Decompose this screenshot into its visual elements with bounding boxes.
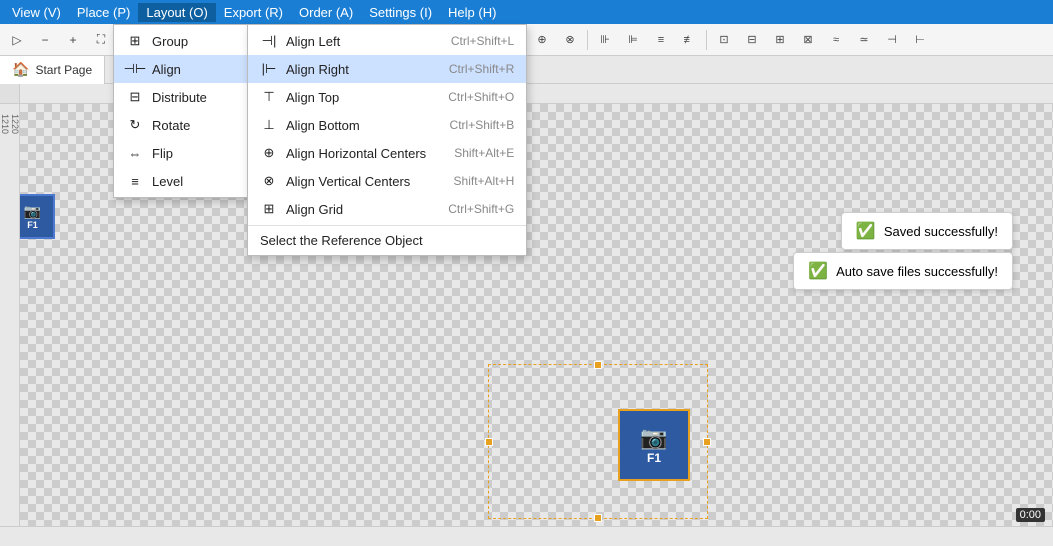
distribute-icon: ⊟: [126, 88, 144, 106]
tool-more6[interactable]: ≃: [851, 27, 877, 53]
ruler-corner: [0, 84, 20, 104]
rotate-icon: ↻: [126, 116, 144, 134]
tab-start-page[interactable]: 🏠 Start Page: [0, 56, 105, 84]
menu-export[interactable]: Export (R): [216, 3, 291, 22]
level-label: Level: [152, 174, 183, 189]
align-h-label: Align Horizontal Centers: [286, 146, 426, 161]
align-bottom-label: Align Bottom: [286, 118, 360, 133]
align-right-shortcut: Ctrl+Shift+R: [429, 62, 514, 76]
menu-layout[interactable]: Layout (O): [138, 3, 215, 22]
handle-top: [594, 361, 602, 369]
level-icon: ≡: [126, 172, 144, 190]
align-grid-label: Align Grid: [286, 202, 343, 217]
menu-settings[interactable]: Settings (I): [361, 3, 440, 22]
sep4: [587, 30, 588, 50]
handle-left: [485, 438, 493, 446]
notification-saved: ✅ Saved successfully!: [841, 212, 1013, 250]
align-v-icon: ⊗: [260, 172, 278, 190]
bottom-bar: [0, 526, 1053, 546]
badge-label-small: F1: [27, 220, 38, 230]
align-h-icon: ⊕: [260, 144, 278, 162]
badge-label-large: F1: [647, 451, 661, 465]
align-submenu: ⊣| Align Left Ctrl+Shift+L |⊢ Align Righ…: [247, 24, 527, 256]
align-grid-icon: ⊞: [260, 200, 278, 218]
align-bottom-icon: ⊥: [260, 116, 278, 134]
align-bottom-item[interactable]: ⊥ Align Bottom Ctrl+Shift+B: [248, 111, 526, 139]
align-left-label: Align Left: [286, 34, 340, 49]
align-v-shortcut: Shift+Alt+H: [434, 174, 515, 188]
align-v-label: Align Vertical Centers: [286, 174, 410, 189]
align-grid-item[interactable]: ⊞ Align Grid Ctrl+Shift+G: [248, 195, 526, 223]
tool-more1[interactable]: ⊡: [711, 27, 737, 53]
align-right-label: Align Right: [286, 62, 349, 77]
tool-more2[interactable]: ⊟: [739, 27, 765, 53]
camera-icon-small: 📷: [24, 203, 41, 220]
align-label: Align: [152, 62, 181, 77]
select-ref-label: Select the Reference Object: [260, 233, 423, 248]
flip-label: Flip: [152, 146, 173, 161]
tool-more8[interactable]: ⊢: [907, 27, 933, 53]
group-icon: ⊞: [126, 32, 144, 50]
align-top-label: Align Top: [286, 90, 339, 105]
tool-dist1[interactable]: ⊪: [592, 27, 618, 53]
tool-fullscreen[interactable]: ⛶: [88, 27, 114, 53]
f1-badge-large: 📷 F1: [618, 409, 690, 481]
menu-order[interactable]: Order (A): [291, 3, 361, 22]
align-top-shortcut: Ctrl+Shift+O: [428, 90, 514, 104]
align-left-shortcut: Ctrl+Shift+L: [431, 34, 514, 48]
home-icon: 🏠: [12, 61, 29, 78]
sep5: [706, 30, 707, 50]
tool-more3[interactable]: ⊞: [767, 27, 793, 53]
align-icon: ⊣⊢: [126, 60, 144, 78]
ruler-vertical: 1280 1250 1240 1230 1220 1210: [0, 104, 20, 526]
tab-label: Start Page: [35, 63, 92, 77]
tool-zoom-out[interactable]: −: [32, 27, 58, 53]
tool-align6[interactable]: ⊗: [557, 27, 583, 53]
menu-view[interactable]: View (V): [4, 3, 69, 22]
align-right-icon: |⊢: [260, 60, 278, 78]
tool-select[interactable]: ▷: [4, 27, 30, 53]
tool-zoom-in[interactable]: +: [60, 27, 86, 53]
tool-more5[interactable]: ≈: [823, 27, 849, 53]
f1-badge-small: 📷 F1: [20, 194, 55, 239]
tool-more4[interactable]: ⊠: [795, 27, 821, 53]
align-left-item[interactable]: ⊣| Align Left Ctrl+Shift+L: [248, 27, 526, 55]
tool-more7[interactable]: ⊣: [879, 27, 905, 53]
group-label: Group: [152, 34, 188, 49]
check-icon-2: ✅: [808, 261, 828, 281]
menu-place[interactable]: Place (P): [69, 3, 138, 22]
notification-autosave: ✅ Auto save files successfully!: [793, 252, 1013, 290]
tool-dist4[interactable]: ≢: [676, 27, 702, 53]
align-right-item[interactable]: |⊢ Align Right Ctrl+Shift+R: [248, 55, 526, 83]
notification-autosave-text: Auto save files successfully!: [836, 264, 998, 279]
handle-bottom: [594, 514, 602, 522]
align-h-center-item[interactable]: ⊕ Align Horizontal Centers Shift+Alt+E: [248, 139, 526, 167]
tool-dist2[interactable]: ⊫: [620, 27, 646, 53]
time-indicator: 0:00: [1016, 508, 1045, 522]
align-v-center-item[interactable]: ⊗ Align Vertical Centers Shift+Alt+H: [248, 167, 526, 195]
select-ref-item[interactable]: Select the Reference Object: [248, 228, 526, 253]
menubar: View (V) Place (P) Layout (O) Export (R)…: [0, 0, 1053, 24]
notification-saved-text: Saved successfully!: [884, 224, 998, 239]
menu-help[interactable]: Help (H): [440, 3, 504, 22]
distribute-label: Distribute: [152, 90, 207, 105]
handle-right: [703, 438, 711, 446]
camera-icon-large: 📷: [640, 425, 667, 451]
align-h-shortcut: Shift+Alt+E: [434, 146, 514, 160]
rotate-label: Rotate: [152, 118, 190, 133]
align-grid-shortcut: Ctrl+Shift+G: [428, 202, 514, 216]
align-top-icon: ⊤: [260, 88, 278, 106]
align-top-item[interactable]: ⊤ Align Top Ctrl+Shift+O: [248, 83, 526, 111]
flip-icon: ⇔: [126, 144, 144, 162]
check-icon-1: ✅: [856, 221, 876, 241]
align-left-icon: ⊣|: [260, 32, 278, 50]
align-divider: [248, 225, 526, 226]
tool-dist3[interactable]: ≡: [648, 27, 674, 53]
tool-align5[interactable]: ⊕: [529, 27, 555, 53]
align-bottom-shortcut: Ctrl+Shift+B: [430, 118, 515, 132]
